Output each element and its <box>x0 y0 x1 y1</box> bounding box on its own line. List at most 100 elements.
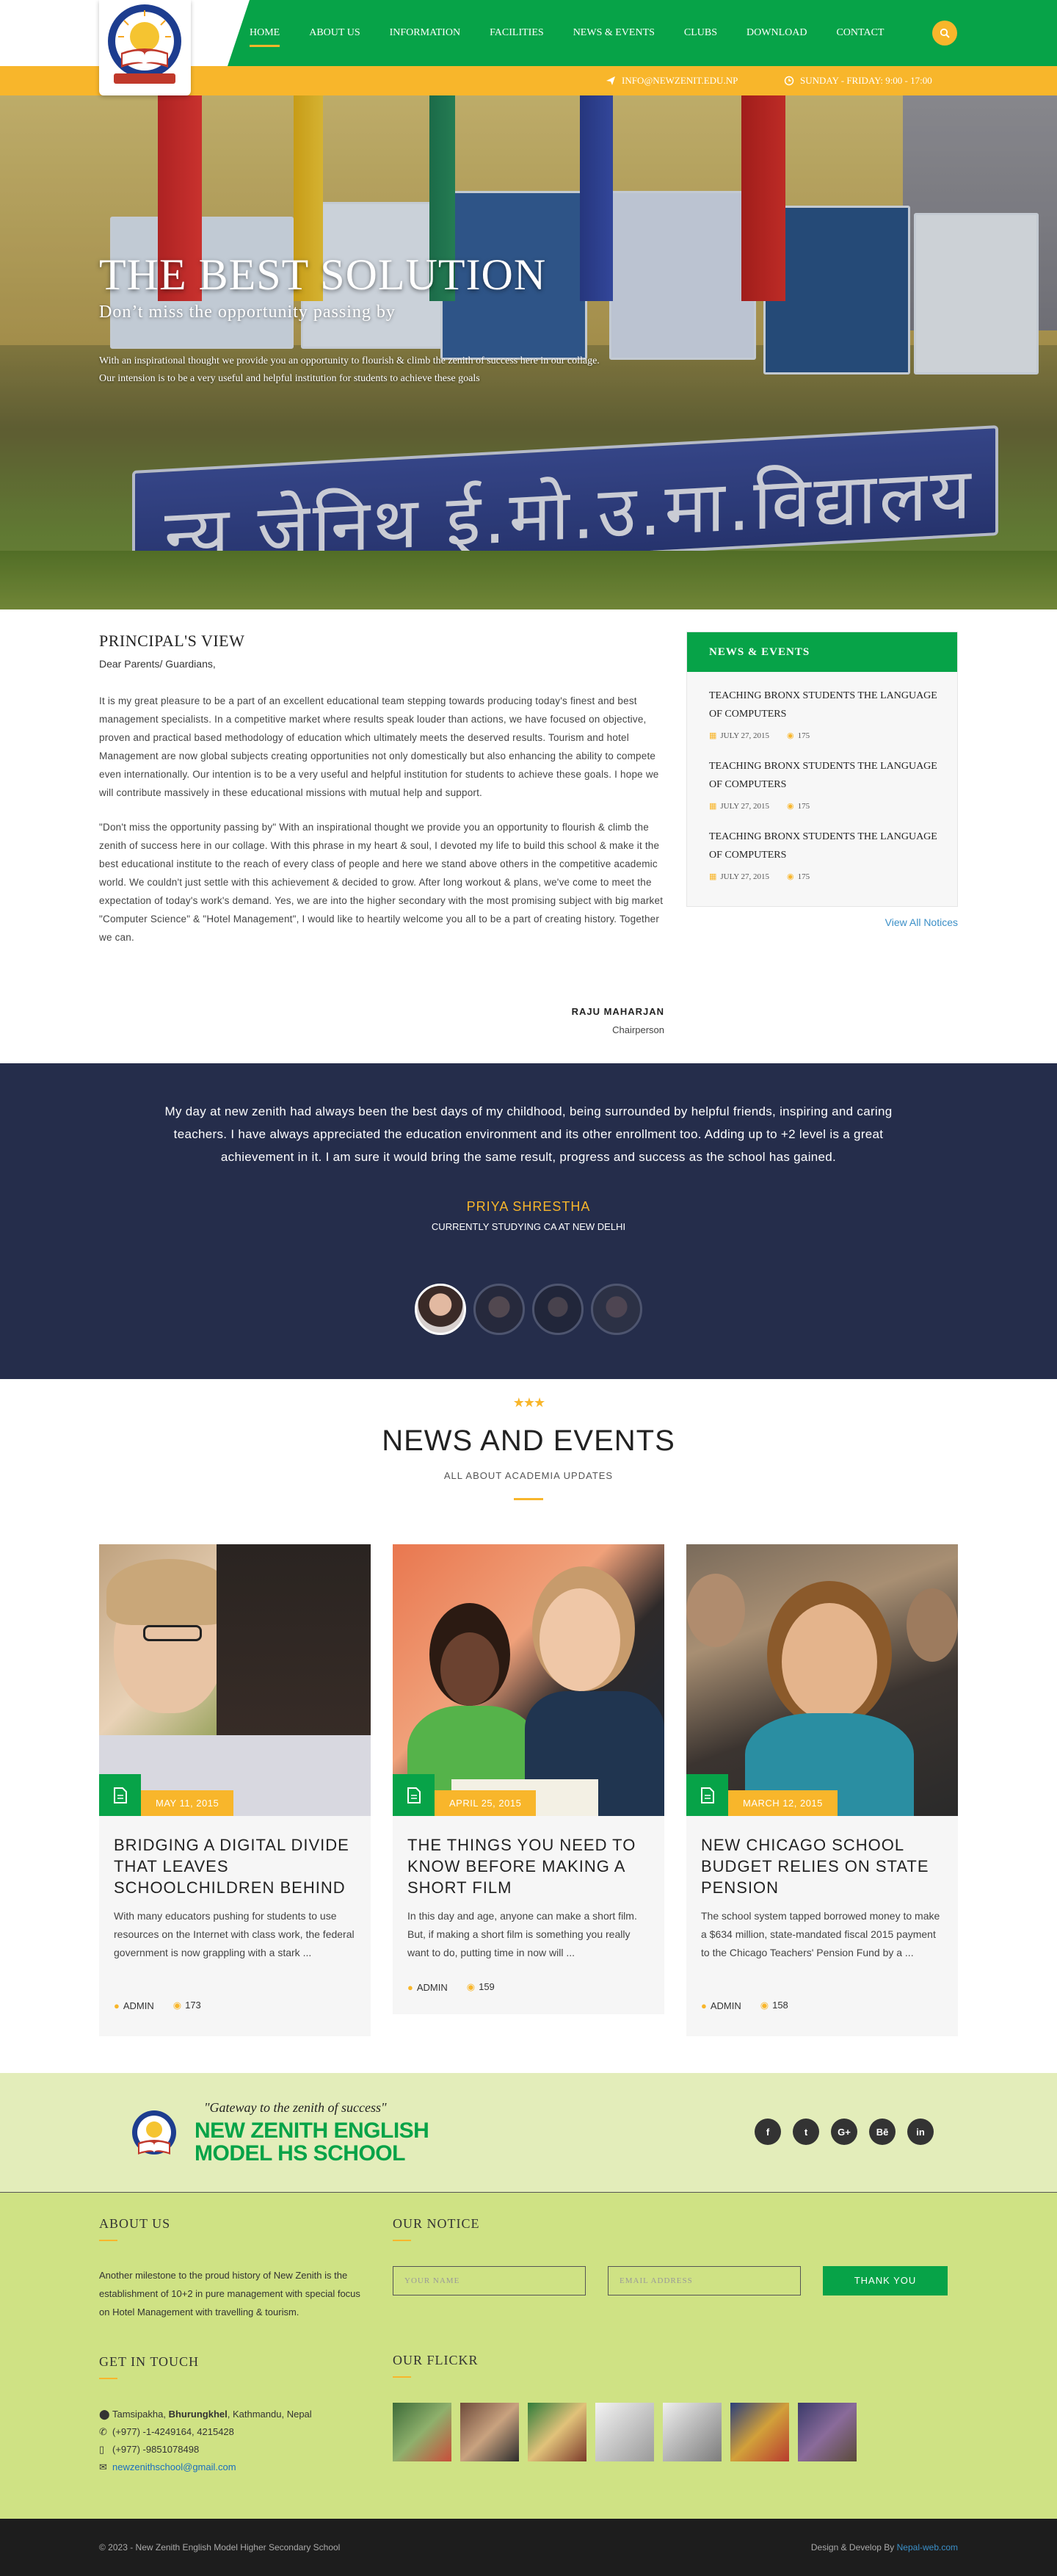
testimonial-avatars <box>415 1284 642 1335</box>
footer-address-pre: Tamsipakha, <box>112 2409 169 2420</box>
calendar-icon: ▦ <box>709 802 717 811</box>
footer-flickr-heading: OUR FLICKR <box>393 2353 479 2367</box>
footer-about-heading: ABOUT US <box>99 2216 171 2231</box>
news-card-title[interactable]: NEW CHICAGO SCHOOL BUDGET RELIES ON STAT… <box>701 1834 943 1898</box>
principal-name: RAJU MAHARJAN <box>571 1006 664 1017</box>
principal-greeting: Dear Parents/ Guardians, <box>99 658 216 670</box>
news-card-views: 158 <box>772 2000 788 2011</box>
footer-bottom: © 2023 - New Zenith English Model Higher… <box>0 2519 1057 2576</box>
principal-heading: PRINCIPAL'S VIEW <box>99 632 245 650</box>
email-input[interactable]: EMAIL ADDRESS <box>608 2266 801 2295</box>
nav-contact[interactable]: CONTACT <box>821 0 898 66</box>
document-icon <box>407 1787 421 1803</box>
calendar-icon: ▦ <box>709 872 717 881</box>
testimonial-section: My day at new zenith had always been the… <box>0 1063 1057 1379</box>
document-icon <box>700 1787 714 1803</box>
news-card-description: The school system tapped borrowed money … <box>701 1910 940 1958</box>
footer-brand-bar: "Gateway to the zenith of success" NEW Z… <box>0 2073 1057 2192</box>
flickr-thumbnail[interactable] <box>595 2403 654 2461</box>
footer-about-text: Another milestone to the proud history o… <box>99 2270 360 2318</box>
news-card-title[interactable]: THE THINGS YOU NEED TO KNOW BEFORE MAKIN… <box>407 1834 650 1898</box>
user-icon: ● <box>407 1981 413 1993</box>
flickr-thumbnail[interactable] <box>393 2403 451 2461</box>
social-links: f t G+ Bē in <box>755 2119 934 2145</box>
search-button[interactable] <box>932 21 957 46</box>
news-card[interactable]: MARCH 12, 2015 NEW CHICAGO SCHOOL BUDGET… <box>686 1544 958 2036</box>
news-card-title[interactable]: BRIDGING A DIGITAL DIVIDE THAT LEAVES SC… <box>114 1834 356 1898</box>
twitter-icon[interactable]: t <box>793 2119 819 2145</box>
hero-slider: न्यू जेनिथ ई.मो.उ.मा.विद्यालय THE BEST S… <box>0 95 1057 609</box>
news-item-views: 175 <box>797 872 810 881</box>
footer-heading-underline <box>393 2376 411 2378</box>
behance-icon[interactable]: Bē <box>869 2119 896 2145</box>
news-sidebar-item[interactable]: TEACHING BRONX STUDENTS THE LANGUAGE OF … <box>709 687 944 740</box>
testimonial-quote: My day at new zenith had always been the… <box>164 1104 893 1164</box>
nav-about-us[interactable]: ABOUT US <box>294 0 374 66</box>
facebook-icon[interactable]: f <box>755 2119 781 2145</box>
hero-text: With an inspirational thought we provide… <box>99 355 600 384</box>
news-card-author: ADMIN <box>710 2000 741 2011</box>
footer-main: ABOUT US Another milestone to the proud … <box>0 2192 1057 2519</box>
news-card-author: ADMIN <box>123 2000 154 2011</box>
linkedin-icon[interactable]: in <box>907 2119 934 2145</box>
news-item-title[interactable]: TEACHING BRONX STUDENTS THE LANGUAGE OF … <box>709 687 944 723</box>
news-item-views: 175 <box>797 802 810 811</box>
flickr-thumbnail[interactable] <box>730 2403 789 2461</box>
nav-download[interactable]: DOWNLOAD <box>732 0 821 66</box>
article-icon-badge <box>393 1774 435 1816</box>
hero-title: THE BEST SOLUTION <box>99 250 547 299</box>
news-card[interactable]: APRIL 25, 2015 THE THINGS YOU NEED TO KN… <box>393 1544 664 2014</box>
avatar[interactable] <box>532 1284 584 1335</box>
section-divider <box>514 1498 543 1500</box>
nav-information[interactable]: INFORMATION <box>375 0 475 66</box>
footer-touch-heading: GET IN TOUCH <box>99 2354 200 2369</box>
footer-address-post: , Kathmandu, Nepal <box>227 2409 312 2420</box>
eye-icon: ◉ <box>787 802 794 811</box>
name-input[interactable]: YOUR NAME <box>393 2266 586 2295</box>
hero-subtitle: Don’t miss the opportunity passing by <box>99 303 396 322</box>
view-all-notices-link[interactable]: View All Notices <box>885 916 958 928</box>
news-item-views: 175 <box>797 731 810 740</box>
flickr-thumbnail[interactable] <box>528 2403 586 2461</box>
principal-view: PRINCIPAL'S VIEW Dear Parents/ Guardians… <box>99 632 664 1043</box>
avatar[interactable] <box>415 1284 466 1335</box>
news-sidebar-heading: NEWS & EVENTS <box>687 632 957 672</box>
main-nav: HOME ABOUT US INFORMATION FACILITIES NEW… <box>235 0 898 66</box>
footer-tagline: "Gateway to the zenith of success" <box>204 2100 387 2115</box>
user-icon: ● <box>701 2000 707 2011</box>
news-card-description: In this day and age, anyone can make a s… <box>407 1910 637 1958</box>
school-logo[interactable] <box>99 0 191 95</box>
topbar-email[interactable]: INFO@NEWZENIT.EDU.NP <box>606 66 738 95</box>
avatar[interactable] <box>473 1284 525 1335</box>
news-sidebar-item[interactable]: TEACHING BRONX STUDENTS THE LANGUAGE OF … <box>709 757 944 811</box>
news-item-date: JULY 27, 2015 <box>720 731 770 740</box>
news-item-date: JULY 27, 2015 <box>720 802 770 811</box>
flickr-thumbnail[interactable] <box>663 2403 722 2461</box>
nav-home[interactable]: HOME <box>235 0 294 66</box>
news-item-title[interactable]: TEACHING BRONX STUDENTS THE LANGUAGE OF … <box>709 757 944 794</box>
flickr-thumbnail[interactable] <box>798 2403 857 2461</box>
avatar[interactable] <box>591 1284 642 1335</box>
news-card[interactable]: MAY 11, 2015 BRIDGING A DIGITAL DIVIDE T… <box>99 1544 371 2036</box>
footer-notice-heading: OUR NOTICE <box>393 2216 480 2231</box>
nav-facilities[interactable]: FACILITIES <box>475 0 559 66</box>
flickr-thumbnail[interactable] <box>460 2403 519 2461</box>
user-icon: ● <box>114 2000 120 2011</box>
news-item-title[interactable]: TEACHING BRONX STUDENTS THE LANGUAGE OF … <box>709 828 944 864</box>
footer-logo[interactable]: "Gateway to the zenith of success" NEW Z… <box>125 2099 429 2168</box>
submit-button[interactable]: THANK YOU <box>823 2266 948 2295</box>
eye-icon: ◉ <box>787 872 794 881</box>
footer-school-name-2: MODEL HS SCHOOL <box>195 2141 405 2166</box>
news-card-views: 173 <box>185 2000 201 2011</box>
nav-clubs[interactable]: CLUBS <box>669 0 732 66</box>
copyright-text: © 2023 - New Zenith English Model Higher… <box>99 2542 341 2553</box>
footer-heading-underline <box>99 2240 117 2241</box>
news-sidebar-item[interactable]: TEACHING BRONX STUDENTS THE LANGUAGE OF … <box>709 828 944 881</box>
phone-icon: ✆ <box>99 2426 107 2437</box>
testimonial-name: PRIYA SHRESTHA <box>466 1199 591 1214</box>
google-plus-icon[interactable]: G+ <box>831 2119 857 2145</box>
credit-link[interactable]: Nepal-web.com <box>897 2542 958 2553</box>
footer-email-link[interactable]: newzenithschool@gmail.com <box>112 2461 236 2472</box>
footer-logo-emblem <box>132 2110 176 2154</box>
nav-news-events[interactable]: NEWS & EVENTS <box>559 0 669 66</box>
